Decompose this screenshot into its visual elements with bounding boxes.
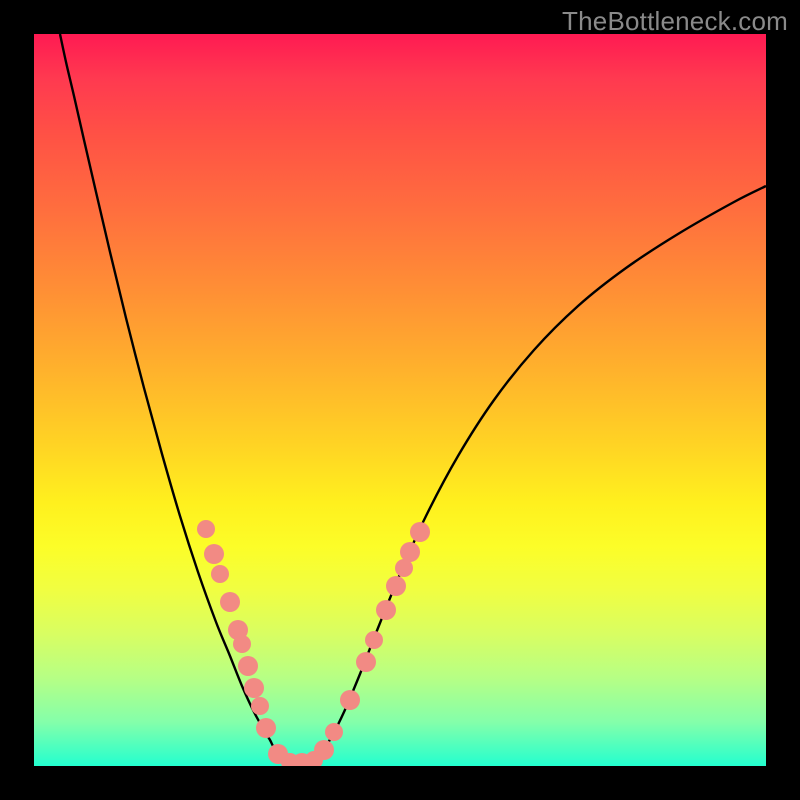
data-marker xyxy=(251,697,269,715)
data-marker xyxy=(204,544,224,564)
data-marker xyxy=(376,600,396,620)
data-marker xyxy=(238,656,258,676)
data-marker xyxy=(356,652,376,672)
data-marker xyxy=(410,522,430,542)
data-marker xyxy=(365,631,383,649)
data-marker xyxy=(386,576,406,596)
data-marker xyxy=(244,678,264,698)
data-marker xyxy=(211,565,229,583)
data-marker xyxy=(233,635,251,653)
chart-frame: TheBottleneck.com xyxy=(0,0,800,800)
data-marker xyxy=(325,723,343,741)
bottleneck-curve xyxy=(60,34,766,763)
data-marker xyxy=(197,520,215,538)
watermark-text: TheBottleneck.com xyxy=(562,6,788,37)
data-marker xyxy=(220,592,240,612)
plot-area xyxy=(34,34,766,766)
data-marker xyxy=(256,718,276,738)
chart-svg xyxy=(34,34,766,766)
data-marker xyxy=(400,542,420,562)
data-marker xyxy=(314,740,334,760)
marker-group xyxy=(197,520,430,766)
data-marker xyxy=(340,690,360,710)
